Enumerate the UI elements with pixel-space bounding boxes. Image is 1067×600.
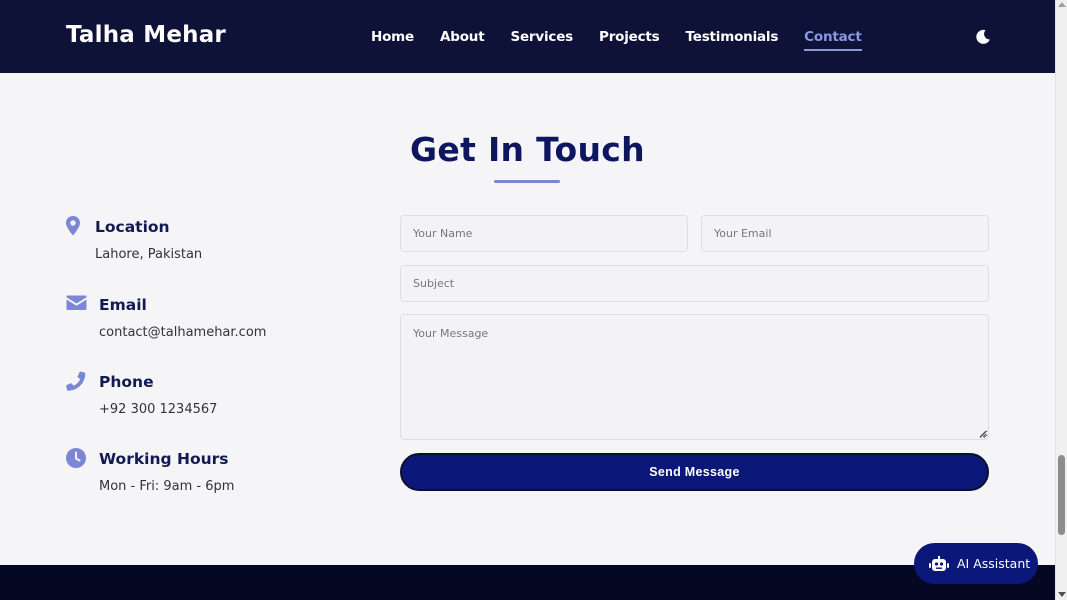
message-textarea[interactable] [400, 314, 989, 440]
scroll-down-arrow-icon[interactable] [1058, 592, 1066, 597]
scroll-up-arrow-icon[interactable] [1058, 2, 1066, 7]
info-text: +92 300 1234567 [99, 402, 218, 417]
nav-contact[interactable]: Contact [804, 29, 862, 51]
nav-services[interactable]: Services [510, 29, 573, 51]
resize-handle-icon[interactable] [979, 430, 987, 438]
site-footer [0, 565, 1055, 600]
section-title: Get In Touch [410, 130, 645, 169]
nav-projects[interactable]: Projects [599, 29, 660, 51]
ai-assistant-button[interactable]: AI Assistant [914, 543, 1038, 584]
envelope-icon [66, 295, 87, 310]
info-text: Mon - Fri: 9am - 6pm [99, 479, 235, 494]
name-input[interactable] [400, 215, 688, 252]
robot-icon [929, 555, 949, 571]
scrollbar-thumb[interactable] [1058, 455, 1065, 535]
phone-icon [66, 371, 86, 391]
nav-about[interactable]: About [440, 29, 485, 51]
send-message-button[interactable]: Send Message [400, 453, 989, 491]
info-title: Working Hours [99, 450, 229, 468]
email-input[interactable] [701, 215, 989, 252]
info-title: Email [99, 296, 147, 314]
title-underline [494, 180, 560, 183]
ai-assistant-label: AI Assistant [957, 556, 1031, 571]
subject-input[interactable] [400, 265, 989, 302]
brand-logo[interactable]: Talha Mehar [66, 22, 226, 48]
info-text: Lahore, Pakistan [95, 247, 203, 262]
nav-testimonials[interactable]: Testimonials [686, 29, 779, 51]
main-nav: Home About Services Projects Testimonial… [371, 29, 888, 51]
nav-home[interactable]: Home [371, 29, 414, 51]
info-title: Location [95, 218, 170, 236]
moon-icon[interactable] [975, 29, 991, 45]
info-title: Phone [99, 373, 154, 391]
site-header: Talha Mehar Home About Services Projects… [0, 0, 1055, 73]
location-pin-icon [66, 216, 80, 236]
info-text: contact@talhamehar.com [99, 325, 267, 340]
clock-icon [66, 448, 86, 468]
page-scrollbar[interactable] [1055, 0, 1067, 600]
